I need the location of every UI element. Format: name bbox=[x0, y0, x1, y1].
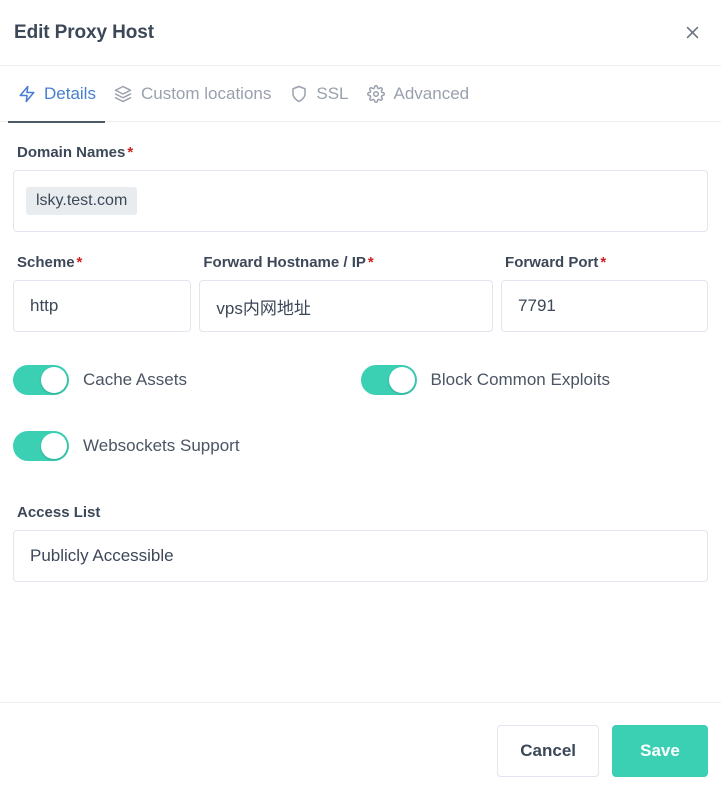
tab-ssl[interactable]: SSL bbox=[280, 66, 357, 122]
cache-assets-label[interactable]: Cache Assets bbox=[83, 370, 187, 390]
edit-proxy-host-modal: Edit Proxy Host Details Custom locations… bbox=[0, 0, 721, 799]
forward-port-value: 7791 bbox=[518, 296, 556, 315]
block-common-exploits-label[interactable]: Block Common Exploits bbox=[431, 370, 611, 390]
block-common-exploits-toggle[interactable] bbox=[360, 365, 417, 395]
toggle-knob-icon bbox=[41, 433, 67, 459]
tab-bar: Details Custom locations SSL Advanced bbox=[0, 66, 721, 123]
cancel-button[interactable]: Cancel bbox=[497, 725, 599, 777]
zap-icon bbox=[17, 84, 36, 103]
tab-details[interactable]: Details bbox=[8, 66, 105, 123]
save-button[interactable]: Save bbox=[612, 725, 708, 777]
toggle-cell-cache-assets: Cache Assets bbox=[13, 356, 361, 404]
close-icon[interactable] bbox=[677, 18, 707, 48]
scheme-label: Scheme * bbox=[17, 254, 191, 271]
tab-custom-locations-label: Custom locations bbox=[140, 83, 272, 103]
forward-hostname-group: Forward Hostname / IP * vps内网地址 bbox=[195, 254, 497, 332]
modal-header: Edit Proxy Host bbox=[0, 0, 721, 66]
domain-token[interactable]: lsky.test.com bbox=[26, 187, 138, 215]
modal-footer: Cancel Save bbox=[0, 702, 721, 799]
cache-assets-toggle[interactable] bbox=[13, 365, 69, 395]
toggle-knob-icon bbox=[41, 367, 67, 393]
forward-port-group: Forward Port * 7791 bbox=[497, 254, 712, 332]
gear-icon bbox=[367, 84, 386, 103]
domain-names-input[interactable]: lsky.test.com bbox=[13, 170, 708, 232]
tab-advanced-label: Advanced bbox=[393, 83, 470, 103]
modal-body: Domain Names * lsky.test.com Scheme * http… bbox=[0, 122, 721, 702]
layers-icon bbox=[114, 84, 133, 103]
forward-port-label: Forward Port * bbox=[505, 254, 708, 271]
access-list-group: Access List Publicly Accessible bbox=[9, 504, 712, 582]
scheme-value: http bbox=[30, 296, 59, 315]
websockets-support-label[interactable]: Websockets Support bbox=[83, 436, 240, 456]
forward-hostname-input[interactable]: vps内网地址 bbox=[199, 280, 494, 332]
scheme-select[interactable]: http bbox=[13, 280, 192, 332]
tab-details-label: Details bbox=[44, 83, 96, 103]
scheme-label-text: Scheme bbox=[17, 254, 75, 271]
access-list-value: Publicly Accessible bbox=[30, 546, 174, 565]
forward-hostname-label-text: Forward Hostname / IP bbox=[203, 254, 366, 271]
required-marker: * bbox=[127, 144, 134, 161]
websockets-support-toggle[interactable] bbox=[13, 431, 69, 461]
forward-hostname-label: Forward Hostname / IP * bbox=[203, 254, 493, 271]
forward-port-input[interactable]: 7791 bbox=[501, 280, 708, 332]
domain-names-label-text: Domain Names bbox=[17, 144, 126, 161]
access-list-select[interactable]: Publicly Accessible bbox=[13, 530, 708, 582]
page-title: Edit Proxy Host bbox=[14, 21, 154, 43]
required-marker: * bbox=[76, 254, 83, 271]
forward-settings-row: Scheme * http Forward Hostname / IP * vps内… bbox=[9, 254, 712, 332]
toggle-knob-icon bbox=[388, 367, 415, 393]
scheme-group: Scheme * http bbox=[9, 254, 195, 332]
required-marker: * bbox=[367, 254, 374, 271]
forward-hostname-value: vps内网地址 bbox=[216, 298, 311, 318]
domain-names-label: Domain Names * bbox=[17, 144, 708, 161]
required-marker: * bbox=[600, 254, 607, 271]
forward-port-label-text: Forward Port bbox=[505, 254, 599, 271]
toggle-cell-websockets-support: Websockets Support bbox=[13, 422, 708, 470]
tab-ssl-label: SSL bbox=[316, 83, 349, 103]
tab-custom-locations[interactable]: Custom locations bbox=[105, 66, 280, 122]
toggle-grid: Cache Assets Block Common Exploits Webso… bbox=[9, 356, 712, 470]
domain-names-group: Domain Names * lsky.test.com bbox=[9, 144, 712, 232]
toggle-cell-block-common-exploits: Block Common Exploits bbox=[360, 356, 709, 404]
tab-advanced[interactable]: Advanced bbox=[358, 66, 479, 122]
access-list-label: Access List bbox=[17, 504, 101, 521]
shield-icon bbox=[289, 84, 308, 103]
